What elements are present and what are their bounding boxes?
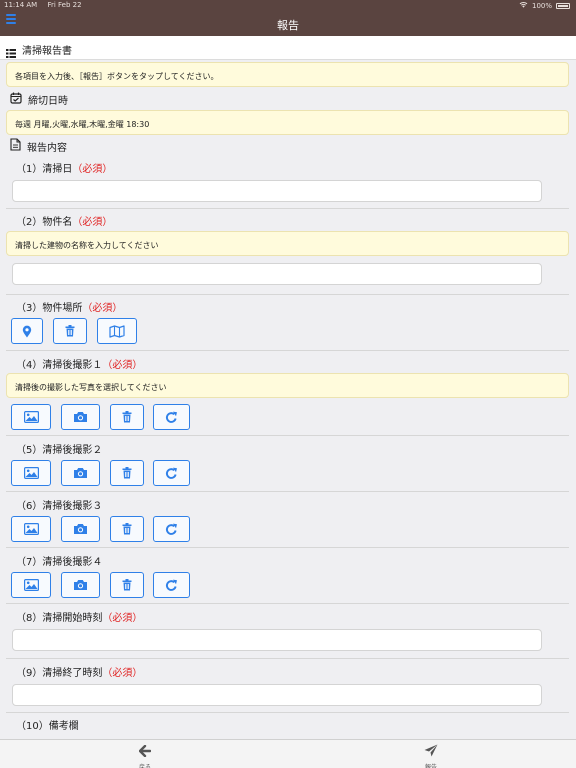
refresh-icon [165,411,178,424]
arrow-left-icon [138,742,152,761]
calendar-check-icon [10,92,22,107]
status-time: 11:14 AM [4,1,38,9]
field-10-label: （10）備考欄 [16,721,79,732]
photo-3-camera-button[interactable] [61,516,100,542]
photo-1-rotate-button[interactable] [153,404,190,430]
wifi-icon [519,1,528,10]
bottom-toolbar: 戻る 報告 [0,739,576,768]
trash-icon [122,523,132,535]
deadline-header: 締切日時 [10,92,68,107]
field-6-label: （6）清掃後撮影３ [16,501,103,512]
report-title: 報告内容 [27,142,67,154]
trash-icon [122,467,132,479]
divider [6,435,569,436]
location-button[interactable] [11,318,43,344]
status-date: Fri Feb 22 [47,1,82,9]
required-mark: （必須） [82,303,123,314]
divider [6,658,569,659]
refresh-icon [165,467,178,480]
divider [6,603,569,604]
photo-1-delete-button[interactable] [110,404,144,430]
report-label: 報告 [424,764,437,768]
back-label: 戻る [138,764,151,768]
page-title: 清掃報告書 [22,46,72,57]
photo-3-gallery-button[interactable] [11,516,51,542]
send-icon [424,742,438,761]
required-mark: （必須） [72,164,113,175]
field-3-label: （3）物件場所（必須） [16,303,123,314]
photo-4-camera-button[interactable] [61,572,100,598]
required-mark: （必須） [102,668,143,679]
photo-4-rotate-button[interactable] [153,572,190,598]
trash-icon [65,325,75,337]
image-icon [23,579,39,591]
refresh-icon [165,523,178,536]
photo-4-delete-button[interactable] [110,572,144,598]
back-button[interactable]: 戻る [115,742,175,768]
field-1-label: （1）清掃日（必須） [16,164,113,175]
camera-icon [73,579,88,591]
photo-1-camera-button[interactable] [61,404,100,430]
divider [6,294,569,295]
field-9-label: （9）清掃終了時刻（必須） [16,668,143,679]
deadline-value: 毎週 月曜,火曜,水曜,木曜,金曜 18:30 [6,110,569,135]
field-4-label: （4）清掃後撮影１（必須） [16,360,143,371]
photo-4-gallery-button[interactable] [11,572,51,598]
image-icon [23,411,39,423]
image-icon [23,523,39,535]
divider [6,491,569,492]
report-header: 報告内容 [10,138,67,154]
photo-2-delete-button[interactable] [110,460,144,486]
divider [6,208,569,209]
trash-icon [122,579,132,591]
intro-note: 各項目を入力後、［報告］ボタンをタップしてください。 [6,62,569,87]
list-icon [6,43,16,58]
photo-1-gallery-button[interactable] [11,404,51,430]
refresh-icon [165,579,178,592]
nav-bar: 報告 [0,12,576,36]
location-pin-icon [22,325,32,338]
divider [6,547,569,548]
field-8-label: （8）清掃開始時刻（必須） [16,613,143,624]
nav-title: 報告 [277,19,299,32]
document-icon [10,138,21,154]
camera-icon [73,467,88,479]
photo-2-gallery-button[interactable] [11,460,51,486]
photo-3-delete-button[interactable] [110,516,144,542]
divider [6,712,569,713]
menu-icon[interactable] [6,14,16,26]
battery-percent: 100% [531,1,552,10]
deadline-title: 締切日時 [28,96,68,107]
report-button[interactable]: 報告 [401,742,461,768]
field-2-label: （2）物件名（必須） [16,217,113,228]
map-icon [109,324,125,338]
camera-icon [73,523,88,535]
status-bar: 11:14 AM Fri Feb 22 100% [0,0,576,12]
image-icon [23,467,39,479]
photo-2-camera-button[interactable] [61,460,100,486]
photo-3-rotate-button[interactable] [153,516,190,542]
field-7-label: （7）清掃後撮影４ [16,557,103,568]
required-mark: （必須） [102,613,143,624]
field-2-note: 清掃した建物の名称を入力してください [6,231,569,256]
end-time-input[interactable] [12,684,542,706]
field-4-note: 清掃後の撮影した写真を選択してください [6,373,569,398]
delete-location-button[interactable] [53,318,87,344]
battery-icon [556,2,570,9]
trash-icon [122,411,132,423]
required-mark: （必須） [102,360,143,371]
start-time-input[interactable] [12,629,542,651]
page-header: 清掃報告書 [0,36,576,60]
camera-icon [73,411,88,423]
photo-2-rotate-button[interactable] [153,460,190,486]
required-mark: （必須） [72,217,113,228]
property-name-input[interactable] [12,263,542,285]
map-button[interactable] [97,318,137,344]
field-5-label: （5）清掃後撮影２ [16,445,103,456]
cleaning-date-input[interactable] [12,180,542,202]
divider [6,350,569,351]
